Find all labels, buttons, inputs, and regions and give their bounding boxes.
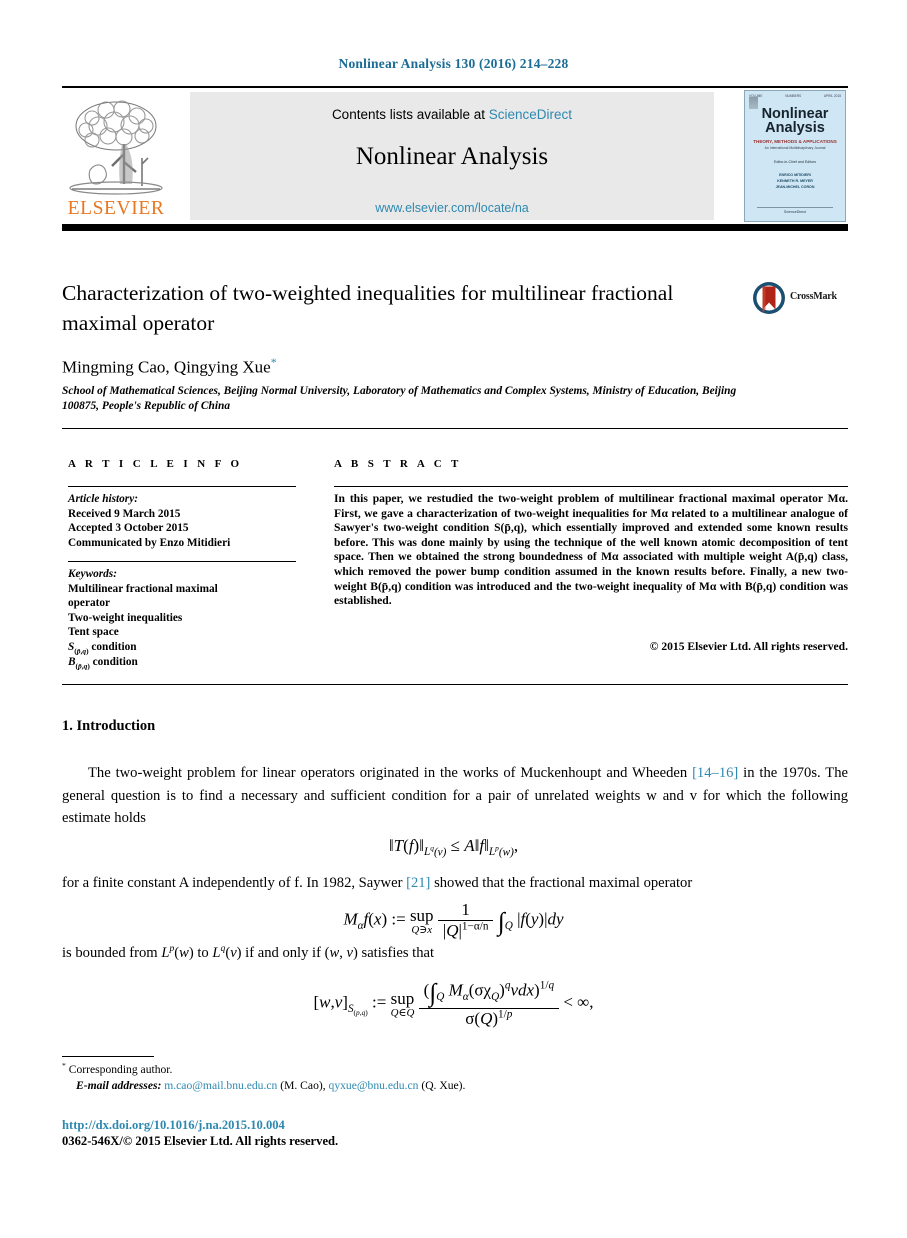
cover-footer: ScienceDirect bbox=[757, 207, 833, 214]
crossmark-badge[interactable]: CrossMark bbox=[752, 281, 848, 315]
equation-sawyer-condition: [w,v]S(p,q) := sup Q∈Q (∫Q Mα(σχQ)qvdx)1/… bbox=[313, 978, 594, 1028]
corresponding-author-marker: * bbox=[270, 355, 277, 369]
article-history-label: Article history: bbox=[68, 493, 138, 505]
email-owner-xue: (Q. Xue). bbox=[421, 1079, 466, 1092]
running-head: Nonlinear Analysis 130 (2016) 214–228 bbox=[338, 56, 569, 71]
article-info-rule bbox=[68, 486, 296, 487]
cover-subtitle: THEORY, METHODS & APPLICATIONS bbox=[753, 139, 837, 144]
footnote-block: * Corresponding author. E-mail addresses… bbox=[62, 1062, 848, 1094]
elsevier-tree-icon bbox=[69, 100, 163, 195]
keyword-item: Multilinear fractional maximal operator bbox=[68, 582, 218, 610]
cover-corner-mid: NUMBERS bbox=[785, 94, 802, 98]
abstract-bottom-rule bbox=[62, 684, 848, 685]
footnote-star: * bbox=[62, 1061, 66, 1071]
sciencedirect-link[interactable]: ScienceDirect bbox=[489, 107, 572, 122]
keyword-item: Tent space bbox=[68, 626, 119, 639]
email-link-cao[interactable]: m.cao@mail.bnu.edu.cn bbox=[164, 1079, 277, 1092]
cover-title-line1: Nonlinear bbox=[761, 106, 829, 122]
journal-cover-thumbnail: VOLUME NUMBERS APRIL 2015 Nonlinear Anal… bbox=[744, 90, 846, 222]
issn-copyright-line: 0362-546X/© 2015 Elsevier Ltd. All right… bbox=[62, 1134, 339, 1148]
author-names: Mingming Cao, Qingying Xue bbox=[62, 357, 271, 377]
abstract-heading: A B S T R A C T bbox=[334, 458, 462, 470]
article-history: Article history: Received 9 March 2015 A… bbox=[68, 492, 302, 550]
contents-line: Contents lists available at ScienceDirec… bbox=[190, 92, 714, 122]
journal-masthead: ELSEVIER Contents lists available at Sci… bbox=[62, 86, 848, 222]
article-info-heading: A R T I C L E I N F O bbox=[68, 458, 243, 470]
keywords-label: Keywords: bbox=[68, 568, 117, 580]
paper-page: Nonlinear Analysis 130 (2016) 214–228 EL… bbox=[0, 0, 907, 1238]
abstract-rule bbox=[334, 486, 848, 487]
history-item: Accepted 3 October 2015 bbox=[68, 522, 189, 534]
contents-label: Contents lists available at bbox=[331, 107, 489, 122]
footnote-corresponding: * Corresponding author. bbox=[62, 1062, 848, 1078]
keyword-item: B(p̄,q) condition bbox=[68, 655, 138, 670]
paragraph-bounded: is bounded from Lp(w) to Lq(v) if and on… bbox=[62, 943, 435, 961]
equation-fractional-maximal-operator: Mαf(x) := sup Q∋x 1 |Q|1−α/n ∫Q |f(y)|dy bbox=[343, 900, 564, 940]
cover-editors-label: Editor-in-Chief and Editors bbox=[773, 160, 817, 164]
section-heading-introduction: 1. Introduction bbox=[62, 718, 156, 734]
cover-title: Nonlinear Analysis bbox=[745, 106, 845, 136]
journal-title: Nonlinear Analysis bbox=[355, 143, 549, 170]
paragraph-sawyer: for a finite constant A independently of… bbox=[62, 872, 848, 895]
keyword-item: Two-weight inequalities bbox=[68, 611, 183, 624]
journal-homepage-link[interactable]: www.elsevier.com/locate/na bbox=[190, 201, 714, 215]
cover-corner-right: APRIL 2015 bbox=[823, 94, 841, 98]
abstract-copyright: © 2015 Elsevier Ltd. All rights reserved… bbox=[649, 640, 848, 653]
citation-link[interactable]: [21] bbox=[406, 875, 430, 891]
elsevier-logo: ELSEVIER bbox=[62, 92, 170, 222]
paragraph-intro: The two-weight problem for linear operat… bbox=[62, 762, 848, 830]
email-owner-cao: (M. Cao), bbox=[280, 1079, 326, 1092]
email-addresses-label: E-mail addresses: bbox=[76, 1079, 162, 1092]
abstract-text: In this paper, we restudied the two-weig… bbox=[334, 492, 848, 608]
paragraph-sawyer-b: showed that the fractional maximal opera… bbox=[430, 875, 693, 891]
paragraph-intro-a: The two-weight problem for linear operat… bbox=[88, 765, 693, 781]
keyword-item: S(p̄,q) condition bbox=[68, 640, 137, 656]
masthead-bottom-rule bbox=[62, 224, 848, 231]
crossmark-label: CrossMark bbox=[790, 291, 837, 302]
doi-link[interactable]: http://dx.doi.org/10.1016/j.na.2015.10.0… bbox=[62, 1118, 285, 1133]
affiliation-rule bbox=[62, 428, 848, 429]
footnote-emails: E-mail addresses: m.cao@mail.bnu.edu.cn … bbox=[62, 1078, 848, 1094]
citation-link[interactable]: [14–16] bbox=[692, 765, 738, 781]
history-item: Received 9 March 2015 bbox=[68, 507, 181, 520]
paragraph-sawyer-a: for a finite constant A independently of… bbox=[62, 875, 407, 891]
footnote-rule bbox=[62, 1056, 154, 1057]
crossmark-icon bbox=[753, 282, 785, 314]
equation-norm-estimate: ‖T(f)‖Lq(v) ≤ A‖f‖Lp(w), bbox=[388, 836, 519, 859]
cover-topbar: VOLUME NUMBERS APRIL 2015 bbox=[745, 91, 845, 98]
elsevier-wordmark: ELSEVIER bbox=[67, 198, 165, 219]
cover-subtitle2: An International Multidisciplinary Journ… bbox=[764, 146, 826, 150]
footnote-corresponding-text: Corresponding author. bbox=[68, 1063, 173, 1076]
author-list: Mingming Cao, Qingying Xue* bbox=[62, 355, 277, 378]
affiliation: School of Mathematical Sciences, Beijing… bbox=[62, 385, 737, 412]
keywords-rule bbox=[68, 561, 296, 562]
cover-editors: ENRICO MITIDIERI KENNETH R. MEYER JEAN-M… bbox=[775, 173, 815, 190]
email-link-xue[interactable]: qyxue@bnu.edu.cn bbox=[329, 1079, 419, 1092]
history-item: Communicated by Enzo Mitidieri bbox=[68, 536, 231, 549]
cover-title-line2: Analysis bbox=[765, 120, 825, 136]
page-title: Characterization of two-weighted inequal… bbox=[62, 281, 674, 335]
sciencedirect-panel: Contents lists available at ScienceDirec… bbox=[190, 92, 714, 220]
cover-elsevier-mark-icon bbox=[749, 97, 758, 109]
keywords-block: Keywords: Multilinear fractional maximal… bbox=[68, 567, 302, 669]
